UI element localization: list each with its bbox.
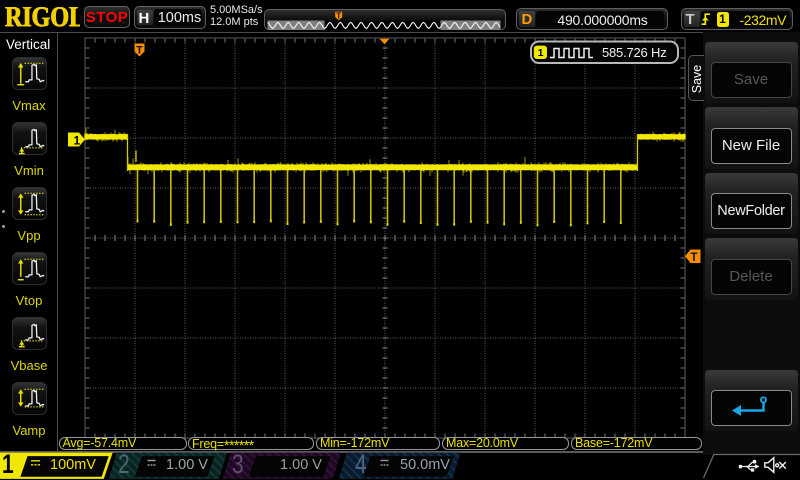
svg-text:T: T (136, 45, 143, 57)
svg-text:1: 1 (74, 133, 81, 147)
svg-text:T: T (690, 252, 697, 264)
svg-text:585.726 Hz: 585.726 Hz (602, 45, 667, 60)
svg-text:1: 1 (538, 47, 544, 59)
